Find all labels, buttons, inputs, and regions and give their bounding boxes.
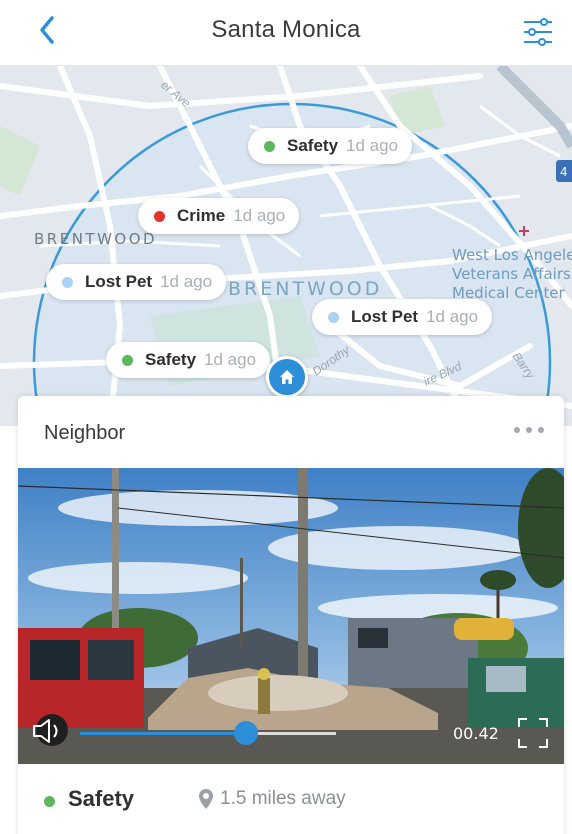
app-header: Santa Monica bbox=[0, 0, 572, 66]
fullscreen-icon bbox=[518, 718, 548, 748]
post-footer: Safety 1.5 miles away bbox=[18, 780, 564, 830]
home-icon bbox=[280, 370, 294, 384]
post-category: Safety bbox=[68, 786, 135, 811]
category-dot bbox=[328, 311, 339, 323]
map-pin-safety[interactable]: Safety 1d ago bbox=[106, 342, 271, 378]
home-location-pin[interactable] bbox=[266, 356, 308, 398]
pin-category: Crime bbox=[177, 206, 226, 225]
sliders-icon bbox=[524, 18, 552, 46]
video-frame bbox=[18, 468, 564, 764]
map-pin-lost-pet[interactable]: Lost Pet 1d ago bbox=[46, 264, 227, 300]
map-pin-crime[interactable]: Crime 1d ago bbox=[138, 198, 300, 234]
pin-time: 1d ago bbox=[204, 350, 257, 369]
video-time: 00.42 bbox=[453, 724, 499, 743]
pin-category: Lost Pet bbox=[85, 272, 153, 291]
filter-button[interactable] bbox=[518, 12, 558, 52]
volume-icon bbox=[33, 719, 58, 743]
post-distance: 1.5 miles away bbox=[220, 788, 346, 809]
pin-category: Safety bbox=[287, 136, 339, 155]
pin-time: 1d ago bbox=[426, 307, 479, 326]
category-dot bbox=[44, 796, 55, 807]
page-title: Santa Monica bbox=[211, 16, 361, 43]
pin-time: 1d ago bbox=[160, 272, 213, 291]
category-dot bbox=[62, 276, 73, 288]
map-pin-lost-pet[interactable]: Lost Pet 1d ago bbox=[312, 299, 493, 335]
more-horizontal-icon bbox=[514, 427, 520, 433]
post-location: 1.5 miles away bbox=[198, 788, 346, 810]
post-card[interactable]: Neighbor 00.42 Safety 1.5 miles away bbox=[18, 396, 564, 834]
category-dot bbox=[264, 140, 275, 152]
category-dot bbox=[154, 210, 165, 222]
more-options-button[interactable] bbox=[514, 420, 544, 440]
video-player[interactable]: 00.42 bbox=[18, 468, 564, 764]
seek-progress bbox=[80, 732, 247, 735]
location-pin-icon bbox=[199, 789, 213, 809]
neighborhood-map[interactable]: 4 er Ave Dorothy ire Blvd Barry BRENTWOO… bbox=[0, 66, 572, 426]
pin-category: Safety bbox=[145, 350, 197, 369]
svg-text:4: 4 bbox=[560, 165, 568, 179]
volume-button[interactable] bbox=[30, 716, 66, 746]
category-dot bbox=[122, 354, 133, 366]
post-author: Neighbor bbox=[44, 422, 126, 444]
map-pin-safety[interactable]: Safety 1d ago bbox=[248, 128, 413, 164]
map-label-brentwood: BRENTWOOD bbox=[34, 230, 158, 248]
pin-time: 1d ago bbox=[233, 206, 286, 225]
video-seek-bar[interactable] bbox=[80, 721, 336, 745]
pin-time: 1d ago bbox=[346, 136, 399, 155]
map-label-brentwood-large: BRENTWOOD bbox=[228, 278, 383, 300]
map-label-west-la-va: West Los Angeles Veterans Affairs Medica… bbox=[452, 246, 572, 302]
fullscreen-button[interactable] bbox=[516, 716, 550, 750]
pin-category: Lost Pet bbox=[351, 307, 419, 326]
